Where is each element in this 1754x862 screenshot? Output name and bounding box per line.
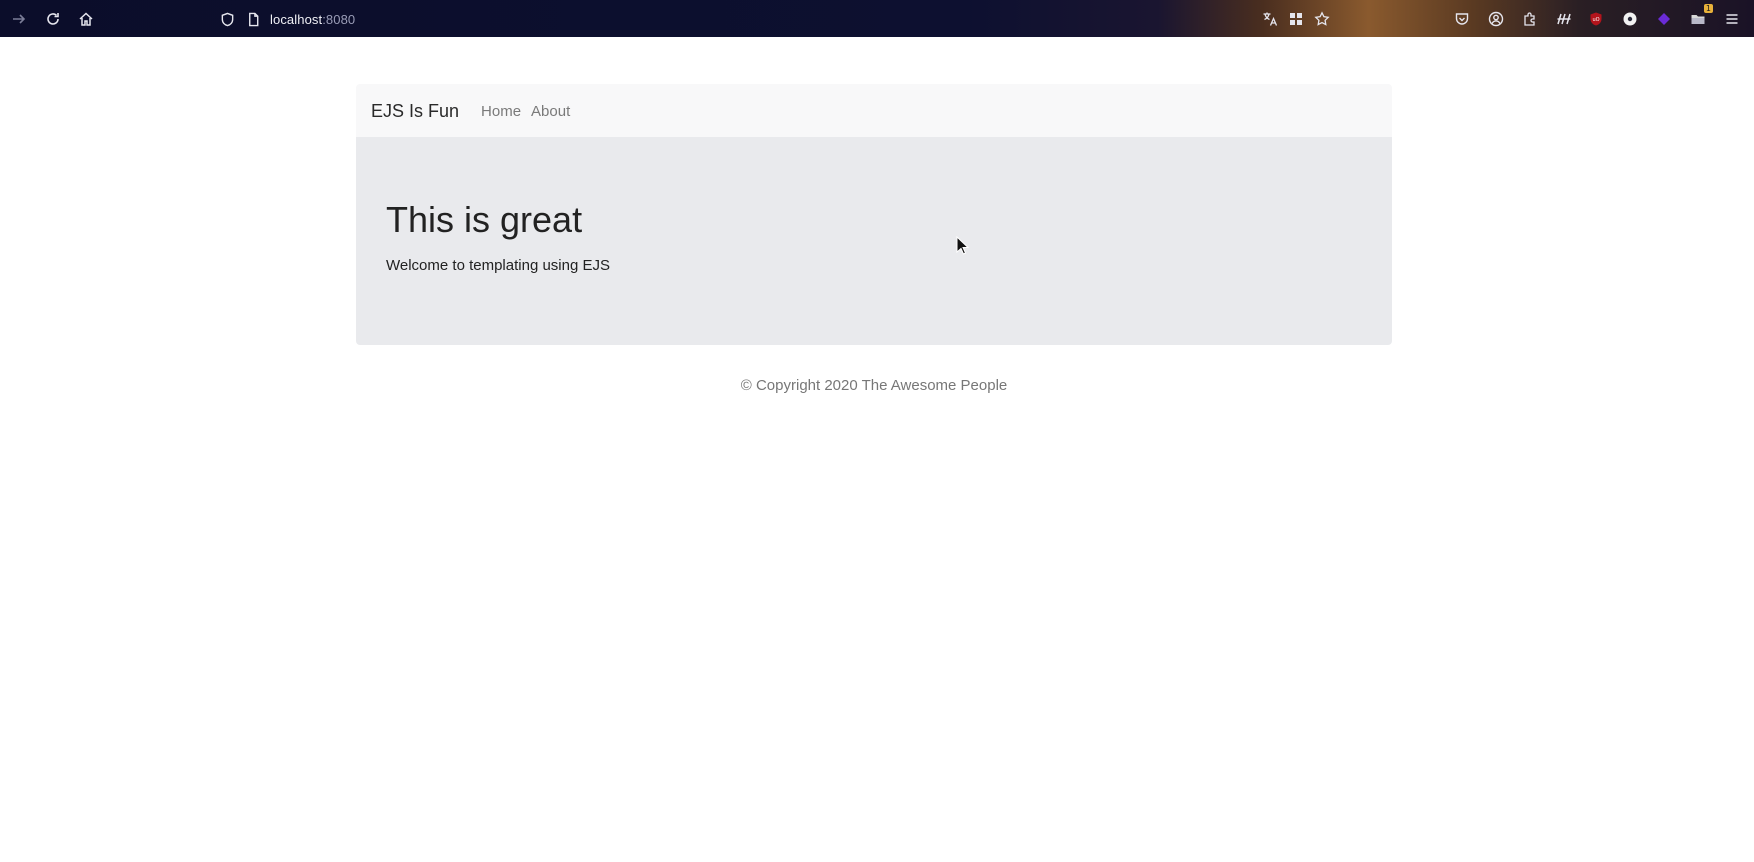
disc-button[interactable] [1618, 7, 1642, 31]
translate-icon [1263, 12, 1278, 26]
page-content: EJS Is Fun Home About This is great Welc… [0, 37, 1754, 862]
forward-button[interactable] [7, 7, 31, 31]
star-icon [1314, 11, 1330, 26]
mouse-cursor-icon [956, 236, 970, 255]
url-bar[interactable]: localhost:8080 [216, 6, 916, 32]
extensions-button[interactable] [1518, 7, 1542, 31]
page-subtitle: Welcome to templating using EJS [386, 257, 610, 274]
url-text[interactable]: localhost:8080 [270, 12, 355, 27]
page-icon[interactable] [242, 8, 264, 30]
notification-badge: 1 [1703, 4, 1713, 13]
svg-text:uO: uO [1592, 17, 1599, 23]
jumbotron: This is great Welcome to templating usin… [356, 137, 1392, 345]
grid-icon [1290, 13, 1302, 25]
url-host: localhost [270, 11, 323, 27]
home-button[interactable] [74, 7, 98, 31]
folder-button[interactable]: 1 [1686, 4, 1713, 31]
account-icon [1488, 11, 1504, 27]
folder-icon [1691, 15, 1705, 24]
puzzle-icon [1524, 12, 1535, 26]
stats-button[interactable] [1552, 7, 1576, 31]
navbar: EJS Is Fun Home About [356, 84, 1392, 138]
footer-copyright: © Copyright 2020 The Awesome People [740, 377, 1008, 394]
pocket-button[interactable] [1450, 7, 1474, 31]
bookmark-button[interactable] [1310, 7, 1334, 31]
translate-button[interactable] [1258, 7, 1282, 31]
pocket-icon [1455, 13, 1469, 25]
nav-link-home[interactable]: Home [481, 103, 521, 120]
nav-link-about[interactable]: About [531, 103, 570, 120]
gem-button[interactable] [1652, 7, 1676, 31]
navbar-brand[interactable]: EJS Is Fun [371, 101, 459, 122]
ublock-icon: uO [1590, 12, 1602, 26]
home-icon [79, 12, 93, 26]
browser-toolbar: localhost:8080 uO 1 [0, 0, 1754, 37]
grid-button[interactable] [1284, 7, 1308, 31]
url-port: :8080 [322, 11, 356, 27]
account-button[interactable] [1484, 7, 1508, 31]
gem-icon [1658, 13, 1670, 25]
page-title: This is great [386, 199, 583, 240]
shield-icon[interactable] [216, 8, 238, 30]
ublock-button[interactable]: uO [1584, 7, 1608, 31]
menu-button[interactable] [1720, 7, 1744, 31]
reload-icon [47, 13, 59, 25]
arrow-right-icon [13, 14, 26, 24]
stats-icon [1557, 13, 1571, 25]
hamburger-menu-icon [1726, 14, 1738, 24]
disc-icon [1623, 12, 1637, 26]
reload-button[interactable] [41, 7, 65, 31]
